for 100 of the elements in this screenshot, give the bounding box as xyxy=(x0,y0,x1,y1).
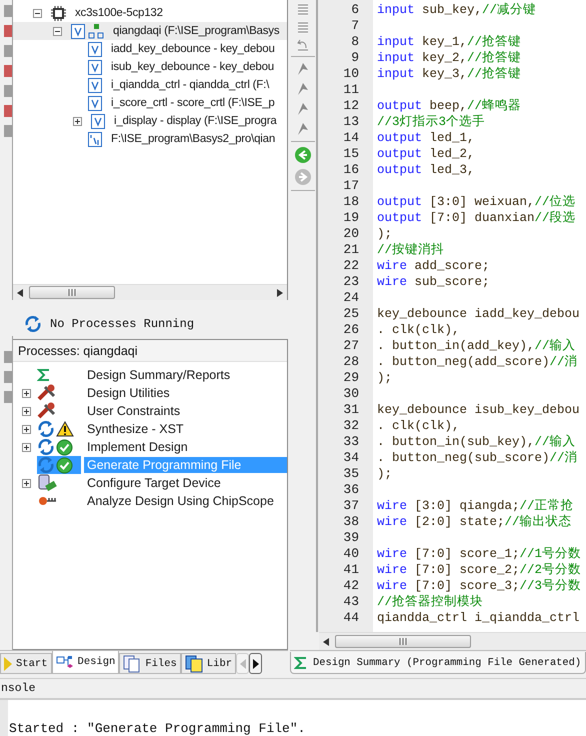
code-line: wire [2:0] state;//输出状态 xyxy=(377,514,572,530)
design-icon xyxy=(56,655,74,669)
sigma-icon xyxy=(37,368,51,382)
refresh-icon xyxy=(37,457,55,473)
tree-item[interactable]: F:\ISE_program\Basys2_pro\qian xyxy=(13,130,287,148)
expand-icon[interactable] xyxy=(22,478,31,488)
panel-tab[interactable]: Start xyxy=(0,653,52,674)
expand-icon[interactable] xyxy=(22,424,31,434)
scroll-left-icon[interactable] xyxy=(17,288,23,296)
refresh-icon xyxy=(37,439,55,455)
line-number: 13 xyxy=(342,114,360,130)
tree-item[interactable]: i_qiandda_ctrl - qiandda_ctrl (F:\ xyxy=(13,76,287,94)
line-number: 16 xyxy=(342,162,360,178)
scrollbar-grip-icon xyxy=(399,638,407,645)
line-number: 21 xyxy=(342,242,360,258)
line-number: 23 xyxy=(342,274,360,290)
tree-item[interactable]: i_score_crtl - score_crtl (F:\ISE_p xyxy=(13,94,287,112)
editor-tab[interactable]: Design Summary (Programming File Generated) xyxy=(290,652,586,674)
verilog-file-icon xyxy=(88,42,102,56)
panel-tab[interactable]: Files xyxy=(119,653,181,674)
panel-tab[interactable]: Design xyxy=(52,651,120,674)
code-line: input key_2,//抢答键 xyxy=(377,50,522,66)
line-number: 9 xyxy=(350,50,360,66)
probe-icon xyxy=(37,494,57,508)
tree-item[interactable]: qiangdaqi (F:\ISE_program\Basys xyxy=(13,22,287,40)
line-number: 25 xyxy=(342,306,360,322)
expand-icon[interactable] xyxy=(73,116,82,126)
code-line: output [3:0] weixuan,//位选 xyxy=(377,194,576,210)
code-line: qiandda_ctrl i_qiandda_ctrl xyxy=(377,610,580,626)
code-line: . clk(clk), xyxy=(377,322,460,338)
line-number: 42 xyxy=(342,578,360,594)
forward-icon[interactable] xyxy=(294,168,312,186)
scroll-right-icon xyxy=(252,658,259,668)
code-line: output led_2, xyxy=(377,146,475,162)
line-number: 38 xyxy=(342,514,360,530)
code-line: //抢答器控制模块 xyxy=(377,594,484,610)
line-number: 7 xyxy=(350,18,360,34)
tools-icon xyxy=(37,384,57,402)
code-line: key_debounce iadd_key_debou xyxy=(377,306,580,322)
indent-icon[interactable] xyxy=(296,20,310,34)
line-number: 31 xyxy=(342,402,360,418)
tab-scroll-button[interactable] xyxy=(249,653,262,674)
code-line: input sub_key,//减分键 xyxy=(377,2,536,18)
line-number: 34 xyxy=(342,450,360,466)
back-icon[interactable] xyxy=(294,146,312,164)
horizontal-scrollbar[interactable] xyxy=(13,284,287,300)
tools-icon xyxy=(37,402,57,420)
code-line: output led_1, xyxy=(377,130,475,146)
code-line: output [7:0] duanxian//段选 xyxy=(377,210,576,226)
check-icon xyxy=(56,456,73,474)
collapse-icon[interactable] xyxy=(53,26,62,36)
files-icon xyxy=(123,654,142,672)
tree-item[interactable]: iadd_key_debounce - key_debou xyxy=(13,40,287,58)
expand-icon[interactable] xyxy=(22,442,31,452)
tree-item[interactable]: i_display - display (F:\ISE_progra xyxy=(13,112,287,130)
console-title: nsole xyxy=(1,682,36,695)
tree-item[interactable]: isub_key_debounce - key_debou xyxy=(13,58,287,76)
code-line: wire add_score; xyxy=(377,258,490,274)
processes-title: Processes: qiangdaqi xyxy=(13,340,287,362)
panel-tab[interactable]: Libr xyxy=(180,653,236,674)
warning-icon xyxy=(56,421,74,437)
verilog-file-icon xyxy=(88,78,102,92)
horizontal-scrollbar[interactable] xyxy=(319,632,586,650)
line-number: 43 xyxy=(342,594,360,610)
process-item[interactable]: Design Utilities xyxy=(13,384,287,402)
line-number: 28 xyxy=(342,354,360,370)
code-line: ); xyxy=(377,466,392,482)
code-line: . button_neg(sub_score)//消 xyxy=(377,450,578,466)
line-number: 37 xyxy=(342,498,360,514)
expand-icon[interactable] xyxy=(22,388,31,398)
process-item[interactable]: Analyze Design Using ChipScope xyxy=(13,492,287,510)
device-icon xyxy=(37,474,57,492)
process-item[interactable]: Synthesize - XST xyxy=(13,420,287,438)
line-number: 19 xyxy=(342,210,360,226)
code-line: wire [7:0] score_1;//1号分数 xyxy=(377,546,582,562)
code-line: wire [7:0] score_2;//2号分数 xyxy=(377,562,582,578)
indent-icon[interactable] xyxy=(296,2,310,16)
verilog-file-icon xyxy=(88,96,102,110)
scroll-right-icon[interactable] xyxy=(277,288,283,296)
process-item[interactable]: User Constraints xyxy=(13,402,287,420)
line-number: 24 xyxy=(342,290,360,306)
line-number: 10 xyxy=(342,66,360,82)
tree-item[interactable]: xc3s100e-5cp132 xyxy=(13,4,287,22)
code-line: output beep,//蜂鸣器 xyxy=(377,98,522,114)
library-icon xyxy=(184,654,203,672)
code-line: input key_1,//抢答键 xyxy=(377,34,522,50)
line-number: 44 xyxy=(342,610,360,626)
scroll-left-icon[interactable] xyxy=(323,638,329,646)
process-item[interactable]: Design Summary/Reports xyxy=(13,366,287,384)
expand-icon[interactable] xyxy=(22,406,31,416)
code-line: . button_neg(add_score)//消 xyxy=(377,354,578,370)
line-number: 11 xyxy=(342,82,360,98)
process-item[interactable]: Configure Target Device xyxy=(13,474,287,492)
line-number: 35 xyxy=(342,466,360,482)
line-number: 30 xyxy=(342,386,360,402)
check-icon xyxy=(56,438,73,456)
process-item[interactable]: Implement Design xyxy=(13,438,287,456)
undo-icon[interactable] xyxy=(296,38,310,52)
code-line: ); xyxy=(377,370,392,386)
collapse-icon[interactable] xyxy=(33,8,42,18)
